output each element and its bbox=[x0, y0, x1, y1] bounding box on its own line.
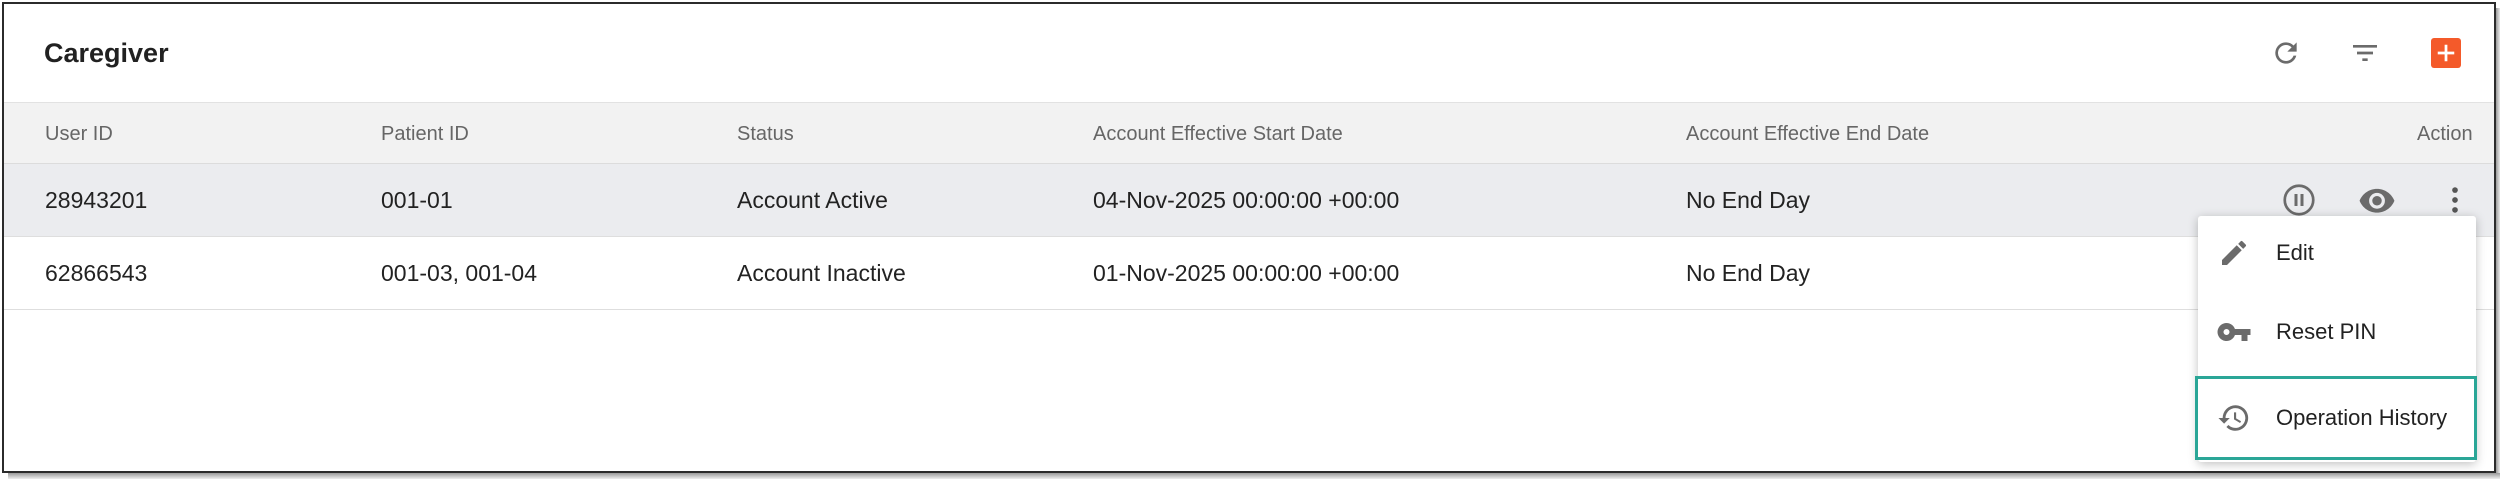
cell-start-date: 01-Nov-2025 00:00:00 +00:00 bbox=[1093, 260, 1400, 286]
key-icon bbox=[2216, 314, 2252, 350]
table-header: User ID Patient ID Status Account Effect… bbox=[4, 102, 2494, 164]
panel-header: Caregiver bbox=[4, 4, 2494, 102]
cell-user-id: 62866543 bbox=[45, 260, 148, 286]
add-icon bbox=[2437, 44, 2455, 62]
menu-item-label: Edit bbox=[2276, 240, 2314, 265]
column-header-action: Action bbox=[2417, 123, 2473, 145]
cell-status: Account Active bbox=[737, 187, 888, 213]
table-row[interactable]: 62866543 001-03, 001-04 Account Inactive… bbox=[4, 237, 2494, 310]
cell-end-date: No End Day bbox=[1686, 187, 1811, 213]
more-vert-icon bbox=[2452, 187, 2458, 213]
caregiver-panel: Caregiver User ID Patient ID Status Acco… bbox=[2, 2, 2496, 473]
add-button[interactable] bbox=[2431, 38, 2461, 68]
menu-item-reset-pin[interactable]: Reset PIN bbox=[2198, 295, 2476, 369]
cell-end-date: No End Day bbox=[1686, 260, 1811, 286]
page-title: Caregiver bbox=[44, 38, 169, 68]
cell-status: Account Inactive bbox=[737, 260, 906, 286]
cell-patient-id: 001-03, 001-04 bbox=[381, 260, 538, 286]
filter-icon bbox=[2353, 45, 2377, 61]
column-header-patient-id[interactable]: Patient ID bbox=[381, 123, 469, 146]
row-action-menu: Edit Reset PIN Operation History bbox=[2195, 216, 2477, 462]
view-button[interactable] bbox=[2357, 180, 2397, 220]
filter-button[interactable] bbox=[2346, 34, 2384, 72]
menu-item-label: Reset PIN bbox=[2276, 319, 2377, 344]
column-header-start-date[interactable]: Account Effective Start Date bbox=[1093, 123, 1343, 146]
column-header-status[interactable]: Status bbox=[737, 123, 794, 146]
window-shadow-bottom bbox=[8, 473, 2500, 479]
history-icon bbox=[2216, 400, 2252, 436]
cell-user-id: 28943201 bbox=[45, 187, 148, 213]
menu-item-edit[interactable]: Edit bbox=[2198, 216, 2476, 290]
cell-start-date: 04-Nov-2025 00:00:00 +00:00 bbox=[1093, 187, 1400, 213]
view-icon bbox=[2359, 188, 2395, 213]
cell-patient-id: 001-01 bbox=[381, 187, 453, 213]
more-actions-button[interactable] bbox=[2435, 180, 2475, 220]
refresh-button[interactable] bbox=[2267, 34, 2305, 72]
menu-item-label: Operation History bbox=[2276, 405, 2448, 430]
window-shadow-right bbox=[2496, 8, 2500, 479]
pause-button[interactable] bbox=[2279, 180, 2319, 220]
refresh-icon bbox=[2275, 42, 2297, 64]
table-row[interactable]: 28943201 001-01 Account Active 04-Nov-20… bbox=[4, 164, 2494, 237]
menu-item-operation-history[interactable]: Operation History bbox=[2195, 376, 2477, 460]
pause-icon bbox=[2283, 184, 2315, 216]
column-header-end-date[interactable]: Account Effective End Date bbox=[1686, 123, 1929, 146]
pencil-icon bbox=[2216, 235, 2252, 271]
column-header-user-id[interactable]: User ID bbox=[45, 123, 113, 146]
